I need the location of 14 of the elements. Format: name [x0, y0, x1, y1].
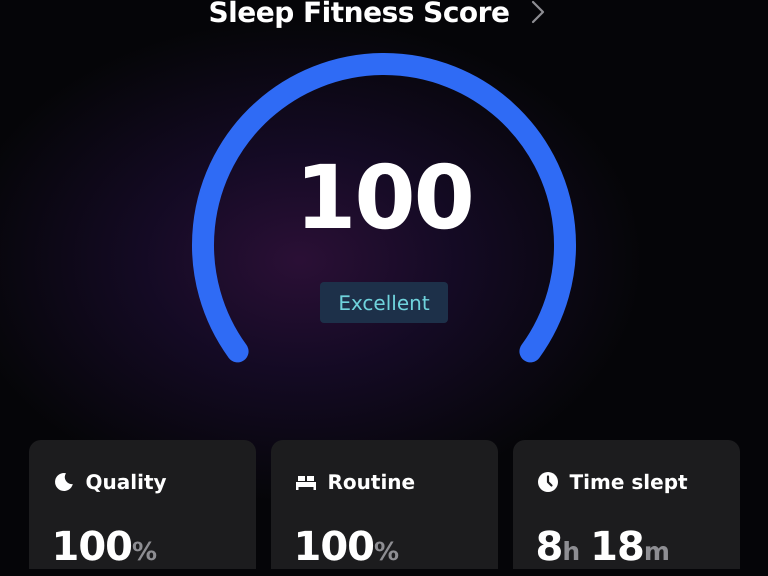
- clock-icon: [536, 470, 560, 494]
- card-title: Time slept: [570, 470, 688, 494]
- screen-title: Sleep Fitness Score: [208, 0, 510, 28]
- stat-card[interactable]: Routine 100%: [270, 440, 498, 569]
- card-title: Quality: [86, 470, 167, 494]
- stat-value: 100%: [294, 524, 400, 570]
- card-title: Routine: [328, 470, 416, 494]
- score-value: 100: [294, 145, 474, 251]
- stat-card[interactable]: Time slept 8h 18m: [512, 440, 740, 569]
- stat-value: 8h 18m: [536, 524, 671, 570]
- rating-badge: Excellent: [320, 282, 448, 323]
- stat-value: 100%: [52, 524, 158, 570]
- chevron-right-icon[interactable]: [531, 0, 546, 24]
- stat-card[interactable]: Quality 100%: [28, 440, 256, 569]
